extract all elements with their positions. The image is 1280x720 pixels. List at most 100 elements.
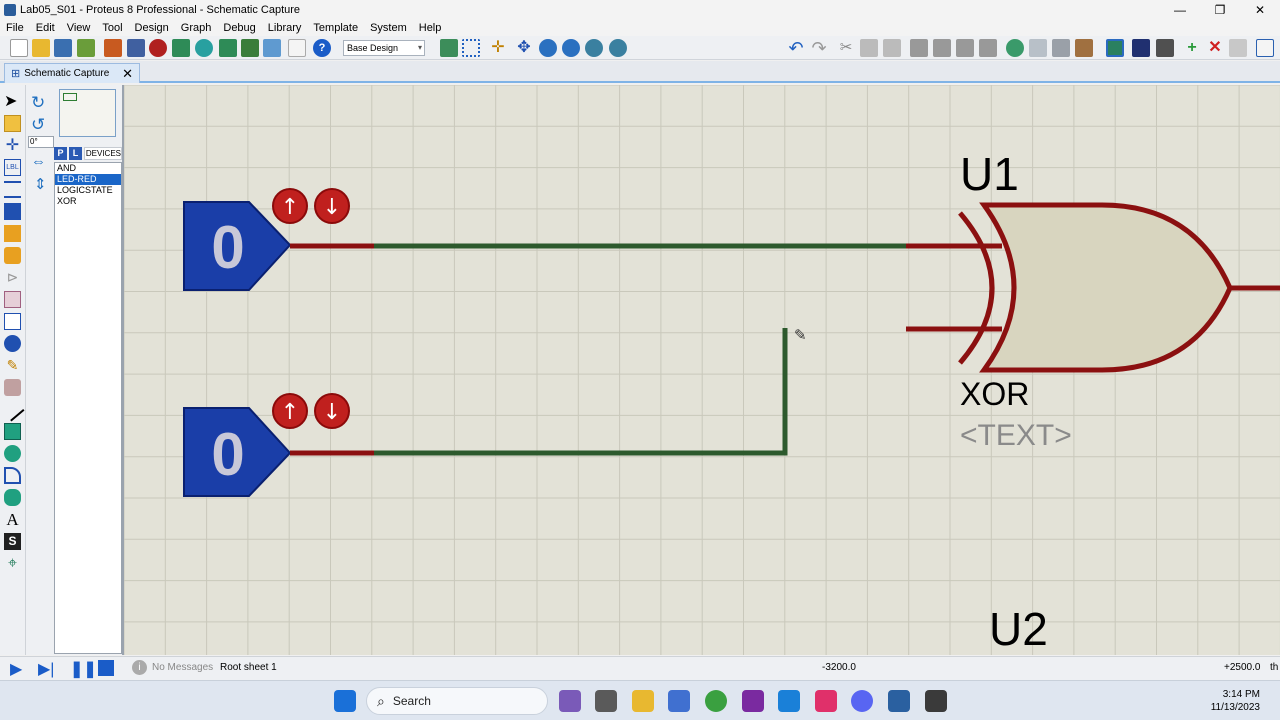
rotate-clockwise-icon[interactable]: ↻ bbox=[31, 93, 45, 113]
chrome-icon[interactable] bbox=[705, 690, 727, 712]
block-copy-icon[interactable] bbox=[910, 39, 928, 57]
save-icon[interactable] bbox=[54, 39, 72, 57]
menu-tool[interactable]: Tool bbox=[96, 22, 128, 34]
rotation-angle-field[interactable]: 0° bbox=[28, 136, 54, 148]
path-mode-icon[interactable] bbox=[4, 489, 21, 506]
document-icon[interactable] bbox=[288, 39, 306, 57]
probe-mode-icon[interactable]: ✎ bbox=[4, 357, 21, 374]
text-script-mode-icon[interactable] bbox=[4, 181, 21, 198]
menu-file[interactable]: File bbox=[0, 22, 30, 34]
menu-library[interactable]: Library bbox=[262, 22, 308, 34]
refresh-icon[interactable] bbox=[440, 39, 458, 57]
help-icon[interactable]: ? bbox=[313, 39, 331, 57]
copy-icon[interactable] bbox=[860, 39, 878, 57]
slack-icon[interactable] bbox=[815, 690, 837, 712]
onenote-icon[interactable] bbox=[742, 690, 764, 712]
rotate-anticlockwise-icon[interactable]: ↺ bbox=[31, 115, 45, 135]
layers-icon[interactable] bbox=[219, 39, 237, 57]
close-tab-icon[interactable]: ✕ bbox=[122, 66, 133, 82]
new-sheet-icon[interactable]: + bbox=[1183, 39, 1201, 57]
terminals-mode-icon[interactable] bbox=[4, 247, 21, 264]
overview-window[interactable] bbox=[59, 89, 116, 137]
pin-mode-icon[interactable]: ⊳ bbox=[4, 269, 21, 286]
exit-sheet-icon[interactable] bbox=[1229, 39, 1247, 57]
menu-debug[interactable]: Debug bbox=[217, 22, 261, 34]
device-item-and[interactable]: AND bbox=[55, 163, 121, 174]
toggle-up-1[interactable]: ↑ bbox=[272, 188, 308, 224]
minimize-button[interactable]: — bbox=[1160, 0, 1200, 20]
toggle-down-2[interactable]: ↓ bbox=[314, 393, 350, 429]
home-icon[interactable] bbox=[104, 39, 122, 57]
block-delete-icon[interactable] bbox=[979, 39, 997, 57]
system-clock[interactable]: 3:14 PM 11/13/2023 bbox=[1211, 688, 1260, 714]
zoom-in-icon[interactable] bbox=[539, 39, 557, 57]
device-item-xor[interactable]: XOR bbox=[55, 196, 121, 207]
money-icon[interactable] bbox=[241, 39, 259, 57]
menu-graph[interactable]: Graph bbox=[175, 22, 218, 34]
undo-icon[interactable]: ↶ bbox=[787, 39, 805, 57]
junction-mode-icon[interactable]: ✛ bbox=[4, 137, 21, 154]
chip-icon[interactable] bbox=[149, 39, 167, 57]
arc-mode-icon[interactable] bbox=[4, 467, 21, 484]
origin-icon[interactable]: ✛ bbox=[489, 39, 507, 57]
symbol-mode-icon[interactable]: S bbox=[4, 533, 21, 550]
xor-gate-u1[interactable]: U1 XOR <TEXT> bbox=[906, 148, 1280, 452]
toggle-up-2[interactable]: ↑ bbox=[272, 393, 308, 429]
pan-icon[interactable]: ✥ bbox=[515, 39, 533, 57]
zoom-area-icon[interactable] bbox=[195, 39, 213, 57]
zoom-all-icon[interactable] bbox=[585, 39, 603, 57]
task-view-icon[interactable] bbox=[595, 690, 617, 712]
netlist-icon[interactable] bbox=[263, 39, 281, 57]
import-icon[interactable] bbox=[77, 39, 95, 57]
search-icon[interactable] bbox=[1132, 39, 1150, 57]
play-icon[interactable]: ▶ bbox=[10, 659, 22, 679]
component-icon[interactable] bbox=[127, 39, 145, 57]
zoom-fit-icon[interactable] bbox=[609, 39, 627, 57]
make-device-icon[interactable] bbox=[1029, 39, 1047, 57]
step-icon[interactable]: ▶| bbox=[38, 659, 54, 679]
menu-edit[interactable]: Edit bbox=[30, 22, 61, 34]
close-window-button[interactable]: ✕ bbox=[1240, 0, 1280, 20]
grid-icon[interactable] bbox=[462, 39, 480, 57]
menu-template[interactable]: Template bbox=[307, 22, 364, 34]
open-icon[interactable] bbox=[32, 39, 50, 57]
design-variant-select[interactable]: Base Design ▾ bbox=[343, 40, 425, 56]
block-move-icon[interactable] bbox=[933, 39, 951, 57]
remove-sheet-icon[interactable]: ✕ bbox=[1206, 39, 1224, 57]
wire-b-partial[interactable] bbox=[374, 328, 788, 456]
start-icon[interactable] bbox=[334, 690, 356, 712]
box-mode-icon[interactable] bbox=[4, 423, 21, 440]
paste-icon[interactable] bbox=[883, 39, 901, 57]
mirror-x-icon[interactable]: ⇔ bbox=[31, 153, 46, 170]
logicstate-1[interactable]: 0 ↑ ↓ bbox=[183, 188, 376, 291]
decompose-icon[interactable] bbox=[1075, 39, 1093, 57]
menu-help[interactable]: Help bbox=[413, 22, 448, 34]
copilot-icon[interactable] bbox=[559, 690, 581, 712]
stop-icon[interactable] bbox=[98, 660, 114, 676]
selection-mode-icon[interactable]: ➤ bbox=[4, 93, 21, 110]
messages-status[interactable]: No Messages bbox=[152, 662, 213, 673]
mirror-y-icon[interactable]: ⇕ bbox=[34, 175, 47, 193]
store-icon[interactable] bbox=[668, 690, 690, 712]
camera-icon[interactable] bbox=[888, 690, 910, 712]
line-mode-icon[interactable] bbox=[0, 397, 25, 422]
instrument-mode-icon[interactable] bbox=[4, 379, 21, 396]
circle-mode-icon[interactable] bbox=[4, 445, 21, 462]
tab-schematic-capture[interactable]: ⊞ Schematic Capture ✕ bbox=[4, 63, 140, 83]
menu-system[interactable]: System bbox=[364, 22, 413, 34]
device-item-led-red[interactable]: LED-RED bbox=[55, 174, 121, 185]
schematic-canvas[interactable]: 0 ↑ ↓ 0 ↑ ↓ ✎ U1 XOR <TEXT> U2 bbox=[122, 85, 1280, 655]
file-explorer-icon[interactable] bbox=[632, 690, 654, 712]
pick-device-button[interactable]: P bbox=[54, 146, 67, 160]
graph-mode-icon[interactable] bbox=[4, 291, 21, 308]
marker-mode-icon[interactable]: ⌖ bbox=[4, 555, 21, 572]
tape-recorder-icon[interactable] bbox=[4, 313, 21, 330]
bom-icon[interactable] bbox=[1256, 39, 1274, 57]
property-assign-icon[interactable] bbox=[1156, 39, 1174, 57]
wire-autorouter-icon[interactable] bbox=[1106, 39, 1124, 57]
maximize-button[interactable]: ❐ bbox=[1200, 0, 1240, 20]
library-manager-button[interactable]: L bbox=[69, 146, 82, 160]
redo-icon[interactable]: ↷ bbox=[810, 39, 828, 57]
new-icon[interactable] bbox=[10, 39, 28, 57]
toggle-down-1[interactable]: ↓ bbox=[314, 188, 350, 224]
